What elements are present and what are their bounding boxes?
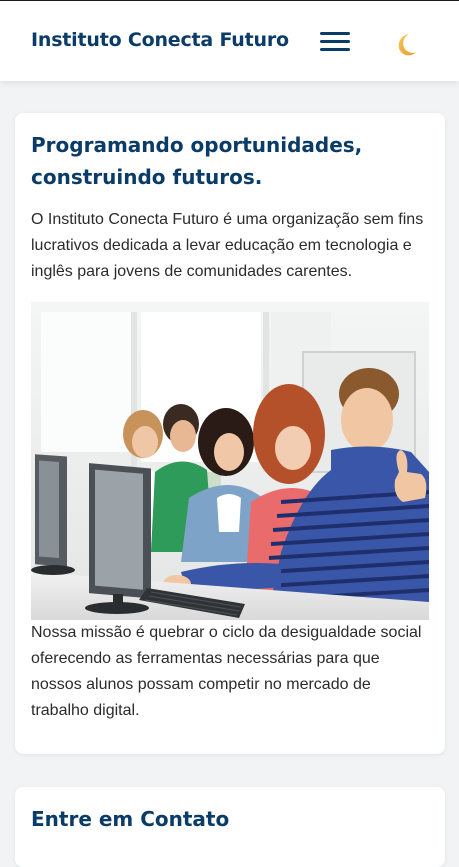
hamburger-menu-icon-bar-top	[320, 32, 350, 35]
theme-toggle-button[interactable]	[390, 31, 420, 59]
about-title: Programando oportunidades, construindo f…	[31, 133, 363, 189]
students-photo	[31, 302, 429, 620]
hamburger-menu-icon-bar-bottom	[320, 48, 350, 51]
contact-card: Entre em Contato	[15, 787, 445, 867]
contact-title: Entre em Contato	[31, 807, 230, 831]
brand-title[interactable]: Instituto Conecta Futuro	[31, 29, 289, 51]
about-card: Programando oportunidades, construindo f…	[15, 113, 445, 754]
menu-button[interactable]	[316, 27, 354, 57]
crescent-moon-icon	[398, 34, 416, 56]
site-header: Instituto Conecta Futuro	[0, 1, 459, 81]
hamburger-menu-icon-bar-middle	[320, 40, 350, 43]
intro-paragraph: O Instituto Conecta Futuro é uma organiz…	[31, 211, 424, 280]
mission-paragraph: Nossa missão é quebrar o ciclo da desigu…	[31, 624, 422, 719]
